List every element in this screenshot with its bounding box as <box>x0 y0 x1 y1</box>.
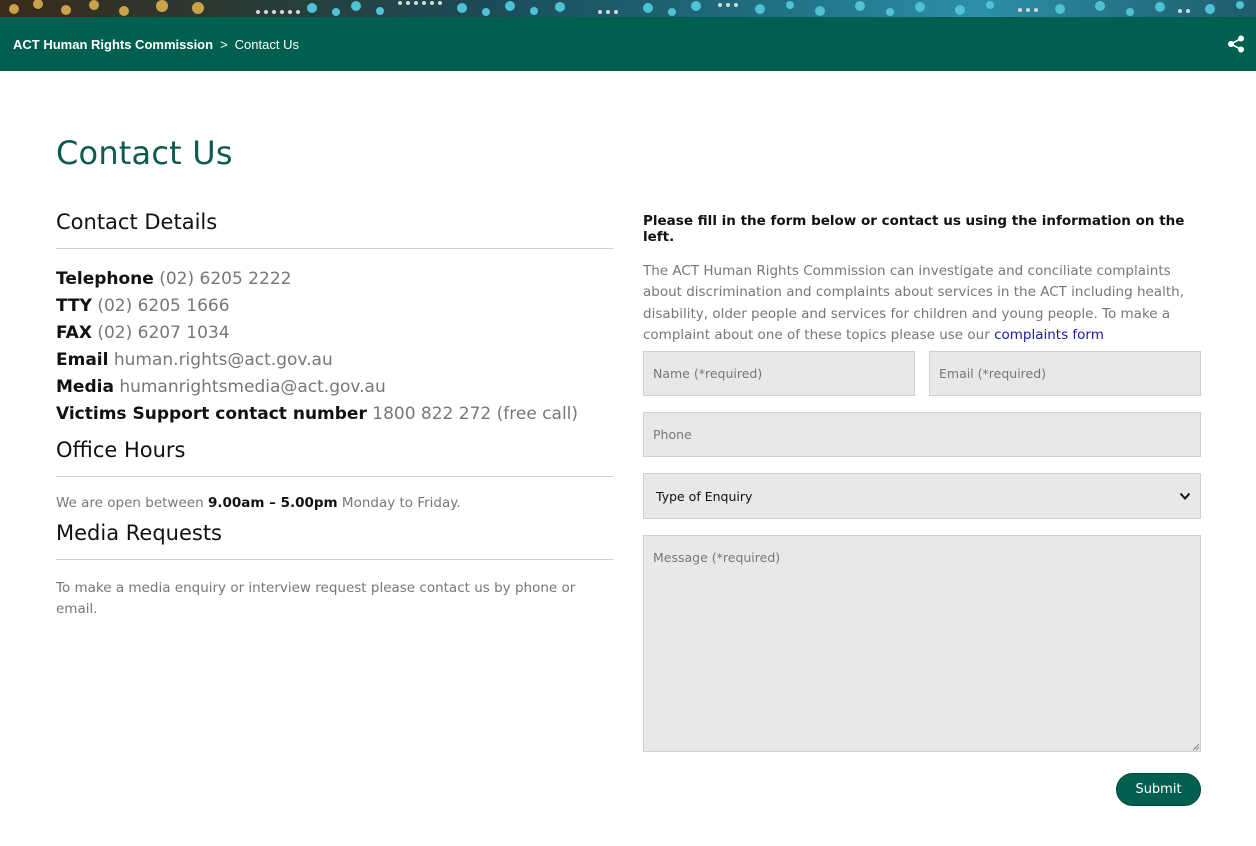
contact-media-email-link[interactable]: humanrightsmedia@act.gov.au <box>119 377 385 397</box>
media-requests-heading: Media Requests <box>56 521 613 560</box>
complaints-form-link[interactable]: complaints form <box>994 327 1104 343</box>
breadcrumb-separator: > <box>220 36 228 52</box>
contact-value[interactable]: (02) 6205 2222 <box>159 269 291 289</box>
office-hours-heading: Office Hours <box>56 438 613 477</box>
page-title: Contact Us <box>56 134 233 172</box>
form-lead-text: Please fill in the form below or contact… <box>643 213 1185 245</box>
office-hours-text: We are open between 9.00am – 5.00pm Mond… <box>56 495 613 511</box>
contact-tty: TTY (02) 6205 1666 <box>56 293 613 320</box>
breadcrumb-bar: ACT Human Rights Commission > Contact Us <box>0 17 1256 71</box>
contact-form-column: Please fill in the form below or contact… <box>643 213 1201 346</box>
contact-label: TTY <box>56 296 92 316</box>
contact-victims-support: Victims Support contact number 1800 822 … <box>56 401 613 428</box>
contact-value[interactable]: (02) 6205 1666 <box>97 296 229 316</box>
contact-telephone: Telephone (02) 6205 2222 <box>56 266 613 293</box>
phone-input[interactable] <box>643 412 1201 457</box>
enquiry-type-value: Type of Enquiry <box>656 488 753 504</box>
enquiry-type-select[interactable]: Type of Enquiry <box>643 473 1201 519</box>
contact-details-heading: Contact Details <box>56 210 613 249</box>
contact-info-column: Contact Details Telephone (02) 6205 2222… <box>56 210 613 620</box>
contact-list: Telephone (02) 6205 2222 TTY (02) 6205 1… <box>56 266 613 428</box>
chevron-down-icon <box>1179 492 1191 500</box>
contact-value[interactable]: 1800 822 272 (free call) <box>372 404 578 424</box>
breadcrumb: ACT Human Rights Commission > Contact Us <box>13 37 299 52</box>
contact-email: Email human.rights@act.gov.au <box>56 347 613 374</box>
hours-suffix: Monday to Friday. <box>341 495 461 511</box>
contact-label: FAX <box>56 323 92 343</box>
contact-media: Media humanrightsmedia@act.gov.au <box>56 374 613 401</box>
media-requests-text: To make a media enquiry or interview req… <box>56 580 576 617</box>
hours-time: 9.00am – 5.00pm <box>207 495 338 511</box>
contact-value: (02) 6207 1034 <box>97 323 230 343</box>
dot-art-decoration <box>9 0 1244 16</box>
art-banner <box>0 0 1256 17</box>
hours-prefix: We are open between <box>56 495 204 511</box>
submit-button[interactable]: Submit <box>1116 773 1201 806</box>
email-input[interactable] <box>929 351 1201 396</box>
contact-label: Email <box>56 350 109 370</box>
form-intro-text: The ACT Human Rights Commission can inve… <box>643 261 1201 346</box>
breadcrumb-home-link[interactable]: ACT Human Rights Commission <box>13 37 213 52</box>
name-input[interactable] <box>643 351 915 396</box>
contact-label: Media <box>56 377 114 397</box>
share-icon[interactable] <box>1227 35 1245 53</box>
resize-grip-icon[interactable] <box>1192 743 1200 751</box>
contact-fax: FAX (02) 6207 1034 <box>56 320 613 347</box>
message-textarea[interactable] <box>643 535 1201 752</box>
contact-label: Victims Support contact number <box>56 404 367 424</box>
contact-email-link[interactable]: human.rights@act.gov.au <box>114 350 333 370</box>
contact-label: Telephone <box>56 269 154 289</box>
breadcrumb-current: Contact Us <box>234 36 299 52</box>
